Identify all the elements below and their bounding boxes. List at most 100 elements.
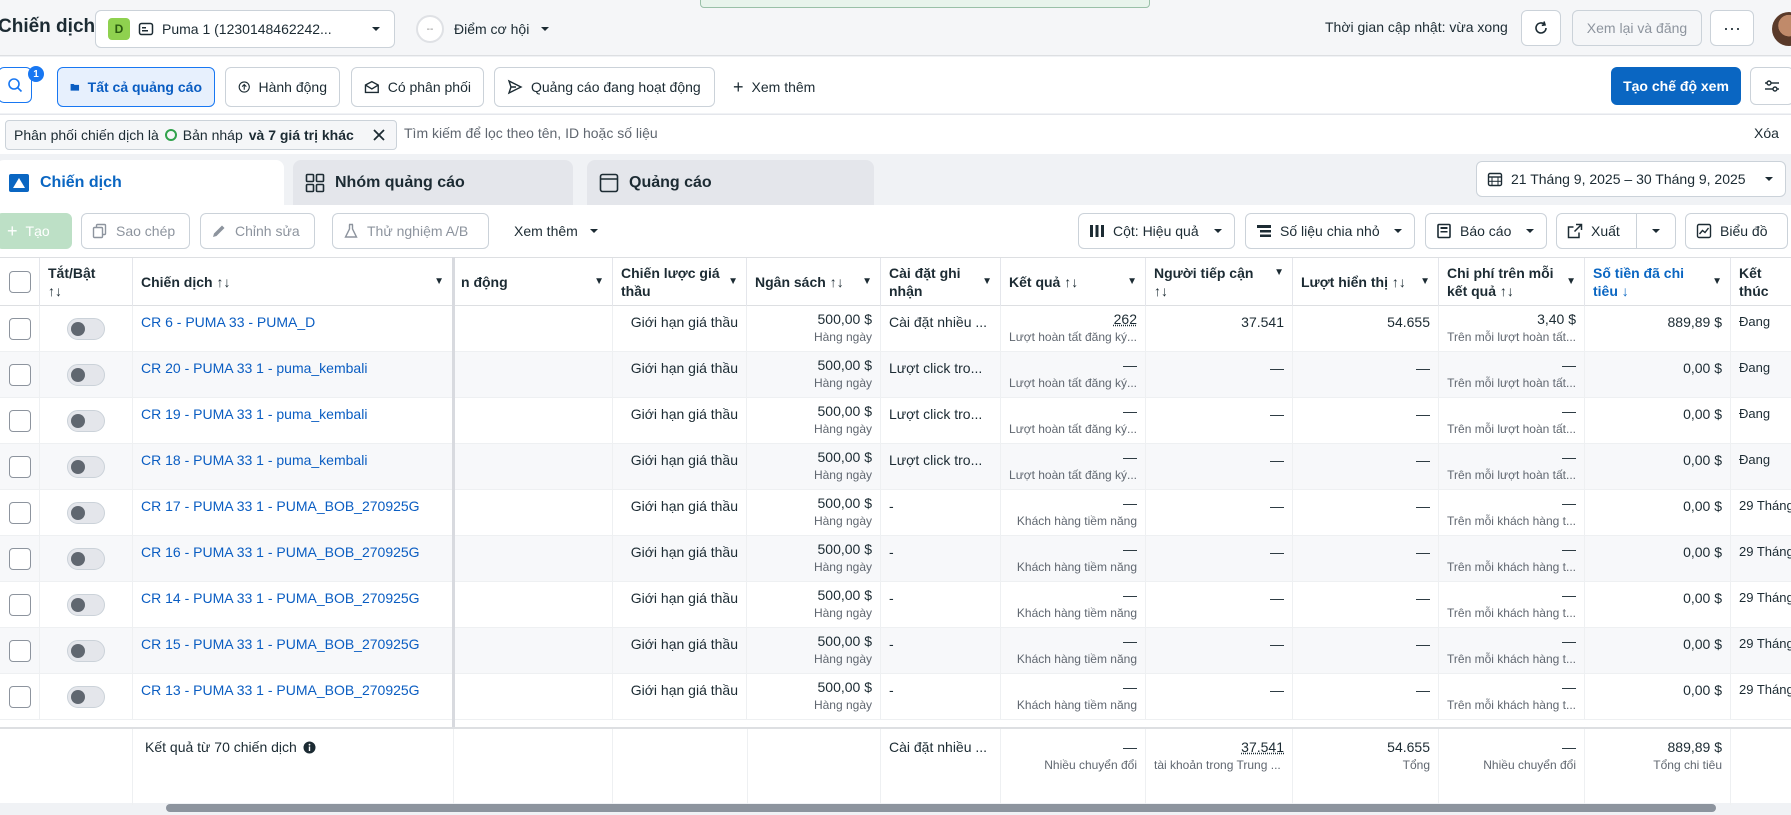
table-row[interactable]: CR 14 - PUMA 33 1 - PUMA_BOB_270925G Giới… [0, 582, 1791, 628]
row-checkbox[interactable] [9, 640, 31, 662]
result-type: Lượt hoàn tất đăng ký... [1009, 330, 1137, 344]
columns-icon [1089, 224, 1105, 238]
row-checkbox[interactable] [9, 410, 31, 432]
campaign-toggle[interactable] [67, 594, 105, 616]
select-all-checkbox[interactable] [9, 271, 31, 293]
ab-test-button[interactable]: Thử nghiệm A/B [332, 213, 489, 249]
campaign-name-link[interactable]: CR 16 - PUMA 33 1 - PUMA_BOB_270925G [141, 544, 420, 560]
table-row[interactable]: CR 6 - PUMA 33 - PUMA_D Giới hạn giá thầu… [0, 306, 1791, 352]
filter-search-input[interactable]: Tìm kiếm để lọc theo tên, ID hoặc số liệ… [404, 125, 658, 141]
table-row[interactable]: CR 19 - PUMA 33 1 - puma_kembali Giới hạn… [0, 398, 1791, 444]
view-settings-button[interactable] [1750, 67, 1791, 105]
delivery-column-header[interactable]: n động ▼ [453, 258, 613, 306]
info-icon[interactable] [303, 741, 316, 754]
budget-cell[interactable]: 500,00 $ Hàng ngày [747, 536, 881, 582]
campaign-name-link[interactable]: CR 6 - PUMA 33 - PUMA_D [141, 314, 315, 330]
edit-button[interactable]: Chỉnh sửa [200, 213, 315, 249]
tab-active-ads[interactable]: Quảng cáo đang hoạt động [494, 67, 715, 107]
tab-campaigns[interactable]: Chiến dịch [0, 160, 284, 205]
tab-ad-sets[interactable]: Nhóm quảng cáo [293, 160, 573, 205]
clear-filters-link[interactable]: Xóa [1754, 125, 1779, 141]
row-checkbox[interactable] [9, 548, 31, 570]
reach-column-header[interactable]: Người tiếp cận ▼ ↑↓ [1146, 258, 1293, 306]
date-range-picker[interactable]: 21 Tháng 9, 2025 – 30 Tháng 9, 2025 [1476, 161, 1786, 197]
budget-cell[interactable]: 500,00 $ Hàng ngày [747, 306, 881, 352]
avatar[interactable] [1772, 12, 1791, 46]
row-checkbox[interactable] [9, 364, 31, 386]
create-view-button[interactable]: Tạo chế độ xem [1611, 67, 1741, 105]
campaign-column-header[interactable]: Chiến dịch ↑↓ ▼ [133, 258, 453, 306]
campaign-name-link[interactable]: CR 14 - PUMA 33 1 - PUMA_BOB_270925G [141, 590, 420, 606]
refresh-button[interactable] [1521, 10, 1561, 46]
impressions-column-header[interactable]: Lượt hiển thị ↑↓ ▼ [1293, 258, 1439, 306]
cost-per-result-cell: — Trên mỗi khách hàng t... [1439, 490, 1585, 536]
breakdown-button[interactable]: Số liệu chia nhỏ [1245, 213, 1415, 249]
results-column-header[interactable]: Kết quả ↑↓ ▼ [1001, 258, 1146, 306]
budget-cell[interactable]: 500,00 $ Hàng ngày [747, 444, 881, 490]
campaign-toggle[interactable] [67, 548, 105, 570]
tab-has-delivery[interactable]: Có phân phối [351, 67, 484, 107]
duplicate-button[interactable]: Sao chép [81, 213, 190, 249]
table-row[interactable]: CR 18 - PUMA 33 1 - puma_kembali Giới hạn… [0, 444, 1791, 490]
account-selector[interactable]: D Puma 1 (1230148462242... [95, 10, 395, 48]
campaign-toggle[interactable] [67, 410, 105, 432]
toggle-column-header[interactable]: Tắt/Bật ↑↓ [40, 258, 133, 306]
budget-cell[interactable]: 500,00 $ Hàng ngày [747, 352, 881, 398]
row-checkbox[interactable] [9, 456, 31, 478]
budget-cell[interactable]: 500,00 $ Hàng ngày [747, 628, 881, 674]
create-button[interactable]: + Tạo [0, 213, 72, 249]
row-checkbox[interactable] [9, 502, 31, 524]
charts-button[interactable]: Biểu đồ [1685, 213, 1788, 249]
horizontal-scrollbar[interactable] [166, 804, 1716, 812]
row-checkbox[interactable] [9, 686, 31, 708]
amount-spent-column-header[interactable]: Số tiền đã chi tiêu ↓ ▼ [1585, 258, 1731, 306]
attribution-column-header[interactable]: Cài đặt ghi nhận ▼ [881, 258, 1001, 306]
see-more-tabs-button[interactable]: + Xem thêm [733, 67, 815, 107]
table-row[interactable]: CR 17 - PUMA 33 1 - PUMA_BOB_270925G Giới… [0, 490, 1791, 536]
budget-cell[interactable]: 500,00 $ Hàng ngày [747, 398, 881, 444]
columns-button[interactable]: Cột: Hiệu quả [1078, 213, 1235, 249]
export-options-button[interactable] [1636, 213, 1676, 249]
campaign-toggle[interactable] [67, 502, 105, 524]
filter-bar: Phân phối chiến dịch là Bản nháp và 7 gi… [0, 114, 1791, 154]
tab-ads[interactable]: Quảng cáo [587, 160, 874, 205]
campaign-name-link[interactable]: CR 20 - PUMA 33 1 - puma_kembali [141, 360, 367, 376]
budget-cell[interactable]: 500,00 $ Hàng ngày [747, 674, 881, 720]
table-row[interactable]: CR 16 - PUMA 33 1 - PUMA_BOB_270925G Giới… [0, 536, 1791, 582]
send-icon [507, 79, 523, 95]
review-and-publish-button[interactable]: Xem lại và đăng [1572, 10, 1702, 46]
campaign-toggle[interactable] [67, 686, 105, 708]
ends-column-header[interactable]: Kết thúc [1731, 258, 1791, 306]
opportunity-score[interactable]: -- Điểm cơ hội [416, 13, 551, 45]
cost-per-result-column-header[interactable]: Chi phí trên mỗi kết quả ↑↓ ▼ [1439, 258, 1585, 306]
budget-column-header[interactable]: Ngân sách ↑↓ ▼ [747, 258, 881, 306]
tab-actions[interactable]: Hành động [225, 67, 340, 107]
table-row[interactable]: CR 13 - PUMA 33 1 - PUMA_BOB_270925G Giới… [0, 674, 1791, 720]
budget-cell[interactable]: 500,00 $ Hàng ngày [747, 490, 881, 536]
delivery-filter-chip[interactable]: Phân phối chiến dịch là Bản nháp và 7 gi… [5, 120, 397, 150]
budget-value: 500,00 $ [818, 587, 873, 603]
table-row[interactable]: CR 15 - PUMA 33 1 - PUMA_BOB_270925G Giới… [0, 628, 1791, 674]
reach-cell: — [1146, 582, 1293, 628]
campaign-toggle[interactable] [67, 318, 105, 340]
campaign-toggle[interactable] [67, 640, 105, 662]
export-button[interactable]: Xuất [1556, 213, 1637, 249]
more-actions-button[interactable]: Xem thêm [514, 213, 600, 249]
campaign-name-link[interactable]: CR 15 - PUMA 33 1 - PUMA_BOB_270925G [141, 636, 420, 652]
tab-all-ads[interactable]: Tất cả quảng cáo [57, 67, 215, 107]
more-options-button[interactable]: ··· [1710, 10, 1754, 46]
row-checkbox[interactable] [9, 594, 31, 616]
campaign-name-link[interactable]: CR 19 - PUMA 33 1 - puma_kembali [141, 406, 367, 422]
reports-button[interactable]: Báo cáo [1425, 213, 1547, 249]
campaign-name-link[interactable]: CR 17 - PUMA 33 1 - PUMA_BOB_270925G [141, 498, 420, 514]
bid-strategy-column-header[interactable]: Chiến lược giá thầu ▼ [613, 258, 747, 306]
campaign-toggle[interactable] [67, 364, 105, 386]
campaign-name-link[interactable]: CR 13 - PUMA 33 1 - PUMA_BOB_270925G [141, 682, 420, 698]
ends-cell: Đang [1731, 398, 1791, 444]
close-icon[interactable] [370, 126, 388, 144]
budget-cell[interactable]: 500,00 $ Hàng ngày [747, 582, 881, 628]
table-row[interactable]: CR 20 - PUMA 33 1 - puma_kembali Giới hạn… [0, 352, 1791, 398]
row-checkbox[interactable] [9, 318, 31, 340]
campaign-toggle[interactable] [67, 456, 105, 478]
campaign-name-link[interactable]: CR 18 - PUMA 33 1 - puma_kembali [141, 452, 367, 468]
